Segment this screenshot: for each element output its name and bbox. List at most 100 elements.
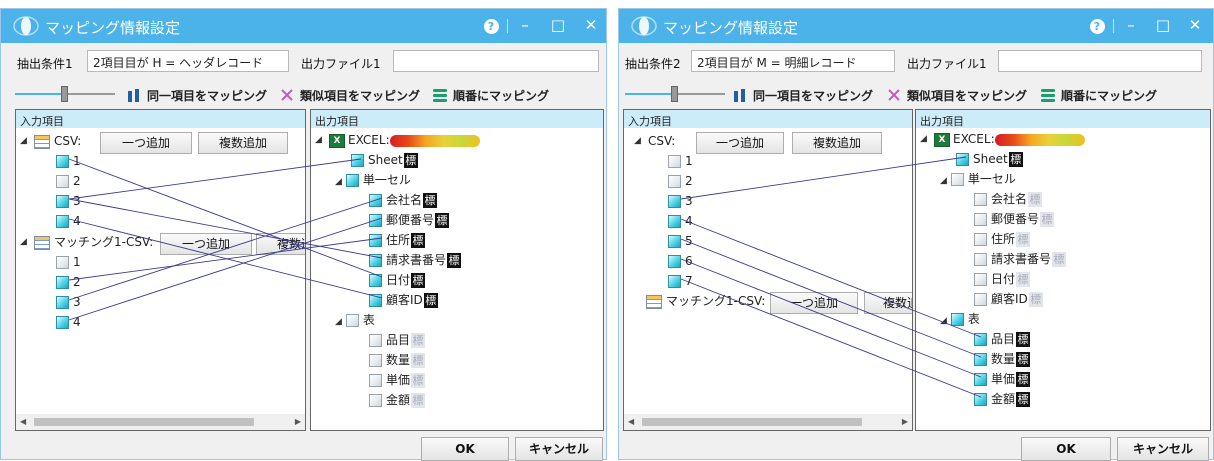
tree-item[interactable]: 品目標 <box>369 331 426 349</box>
ok-button[interactable]: OK <box>421 437 509 461</box>
map-similar-button[interactable]: 類似項目をマッピング <box>280 87 420 105</box>
tree-item[interactable]: 会社名標 <box>369 191 438 209</box>
close-icon[interactable]: ✕ <box>579 14 603 36</box>
tree-node-table[interactable]: ◢ 表 <box>940 310 980 328</box>
tree-node-excel[interactable]: ◢ X EXCEL: <box>315 131 480 149</box>
tree-item[interactable]: 金額標 <box>369 391 426 409</box>
tree-item[interactable]: 会社名標 <box>974 190 1043 208</box>
help-icon[interactable]: ? <box>479 14 503 36</box>
add-multiple-button[interactable]: 複数追加 <box>792 132 882 154</box>
scroll-thumb[interactable] <box>34 418 254 426</box>
expand-icon[interactable]: ◢ <box>940 316 947 326</box>
maximize-icon[interactable]: □ <box>1151 14 1175 36</box>
expand-icon[interactable]: ◢ <box>315 131 322 149</box>
tree-item[interactable]: 郵便番号標 <box>369 211 450 229</box>
condition-field[interactable]: 2項目目が M = 明細レコード <box>691 50 895 72</box>
tree-item[interactable]: 2 <box>56 172 81 190</box>
tree-item[interactable]: 請求書番号標 <box>369 251 462 269</box>
expand-icon[interactable]: ◢ <box>20 132 27 150</box>
expand-icon[interactable]: ◢ <box>940 176 947 186</box>
input-items-panel: 入力項目 ◢ CSV: 一つ追加 複数追加 1 2 3 4 5 6 7 マッチン… <box>623 109 913 431</box>
add-multiple-button[interactable]: 複数追 <box>256 233 305 255</box>
tree-node-csv[interactable]: ◢ CSV: <box>634 132 675 150</box>
add-one-button[interactable]: 一つ追加 <box>696 132 784 154</box>
tree-item[interactable]: 7 <box>668 272 693 290</box>
tree-item[interactable]: 顧客ID 標 <box>974 290 1043 308</box>
tree-item[interactable]: 3 <box>56 293 81 311</box>
horizontal-scrollbar[interactable]: ◀ ▶ <box>16 414 305 430</box>
expand-icon[interactable]: ◢ <box>920 130 927 148</box>
scroll-right-icon[interactable]: ▶ <box>295 417 301 426</box>
scroll-right-icon[interactable]: ▶ <box>902 417 908 426</box>
map-same-button[interactable]: 同一項目をマッピング <box>127 87 267 105</box>
tree-item-sheet[interactable]: Sheet 標 <box>956 150 1023 168</box>
tree-item[interactable]: 単価標 <box>974 370 1031 388</box>
tree-node-excel[interactable]: ◢ X EXCEL: <box>920 130 1085 148</box>
marker-icon: 標 <box>1008 152 1023 167</box>
output-file-field[interactable] <box>998 50 1202 72</box>
tree-item[interactable]: 単価標 <box>369 371 426 389</box>
map-order-button[interactable]: 順番にマッピング <box>1041 87 1157 105</box>
tree-node-single-cell[interactable]: ◢ 単一セル <box>335 171 411 189</box>
tree-item[interactable]: 1 <box>56 152 81 170</box>
add-one-button[interactable]: 一つ追加 <box>160 233 252 255</box>
tree-item[interactable]: 品目標 <box>974 330 1031 348</box>
marker-icon: 標 <box>1016 372 1031 387</box>
add-multiple-button[interactable]: 複数追 <box>864 292 912 314</box>
tree-item[interactable]: 3 <box>56 192 81 210</box>
threshold-slider[interactable] <box>625 86 725 102</box>
scroll-left-icon[interactable]: ◀ <box>20 417 26 426</box>
tree-node-table[interactable]: ◢ 表 <box>335 311 375 329</box>
tree-item[interactable]: 1 <box>56 253 81 271</box>
expand-icon[interactable]: ◢ <box>20 233 27 251</box>
tree-item[interactable]: 住所標 <box>974 230 1031 248</box>
tree-item[interactable]: 住所標 <box>369 231 426 249</box>
output-file-field[interactable] <box>393 50 599 72</box>
map-similar-button[interactable]: 類似項目をマッピング <box>887 87 1027 105</box>
add-multiple-button[interactable]: 複数追加 <box>198 132 288 154</box>
expand-icon[interactable]: ◢ <box>335 317 342 327</box>
map-same-button[interactable]: 同一項目をマッピング <box>733 87 873 105</box>
threshold-slider[interactable] <box>15 86 115 102</box>
condition-field[interactable]: 2項目目が H = ヘッダレコード <box>87 50 289 72</box>
tree-item[interactable]: 6 <box>668 252 693 270</box>
expand-icon[interactable]: ◢ <box>335 177 342 187</box>
tree-item[interactable]: 日付標 <box>974 270 1031 288</box>
expand-icon[interactable]: ◢ <box>634 132 641 150</box>
tree-item[interactable]: 請求書番号標 <box>974 250 1067 268</box>
map-order-button[interactable]: 順番にマッピング <box>433 87 549 105</box>
horizontal-scrollbar[interactable]: ◀ ▶ <box>624 414 912 430</box>
tree-item-sheet[interactable]: Sheet 標 <box>351 151 418 169</box>
slider-knob[interactable] <box>61 86 68 102</box>
cancel-button[interactable]: キャンセル <box>515 437 603 461</box>
slider-knob[interactable] <box>671 86 678 102</box>
minimize-icon[interactable]: – <box>1119 14 1143 36</box>
tree-item[interactable]: 数量標 <box>974 350 1031 368</box>
tree-item[interactable]: 顧客ID 標 <box>369 291 438 309</box>
tree-item[interactable]: 金額標 <box>974 390 1031 408</box>
help-icon[interactable]: ? <box>1085 14 1109 36</box>
minimize-icon[interactable]: – <box>513 14 537 36</box>
tree-item[interactable]: 4 <box>56 212 81 230</box>
close-icon[interactable]: ✕ <box>1183 14 1207 36</box>
tree-item[interactable]: 5 <box>668 232 693 250</box>
tree-node-single-cell[interactable]: ◢ 単一セル <box>940 170 1016 188</box>
ok-button[interactable]: OK <box>1021 437 1111 461</box>
tree-item[interactable]: 1 <box>668 152 693 170</box>
tree-item[interactable]: 2 <box>56 273 81 291</box>
tree-item[interactable]: 4 <box>668 212 693 230</box>
maximize-icon[interactable]: □ <box>546 14 570 36</box>
tree-item[interactable]: 郵便番号標 <box>974 210 1055 228</box>
tree-item[interactable]: 2 <box>668 172 693 190</box>
tree-item[interactable]: 3 <box>668 192 693 210</box>
add-one-button[interactable]: 一つ追加 <box>100 132 192 154</box>
cancel-button[interactable]: キャンセル <box>1117 437 1209 461</box>
scroll-thumb[interactable] <box>642 418 862 426</box>
tree-item[interactable]: 4 <box>56 313 81 331</box>
condition-label: 抽出条件2 <box>625 57 681 71</box>
scroll-left-icon[interactable]: ◀ <box>628 417 634 426</box>
condition-label: 抽出条件1 <box>17 57 73 71</box>
tree-item[interactable]: 数量標 <box>369 351 426 369</box>
tree-item[interactable]: 日付標 <box>369 271 426 289</box>
add-one-button[interactable]: 一つ追加 <box>770 292 858 314</box>
